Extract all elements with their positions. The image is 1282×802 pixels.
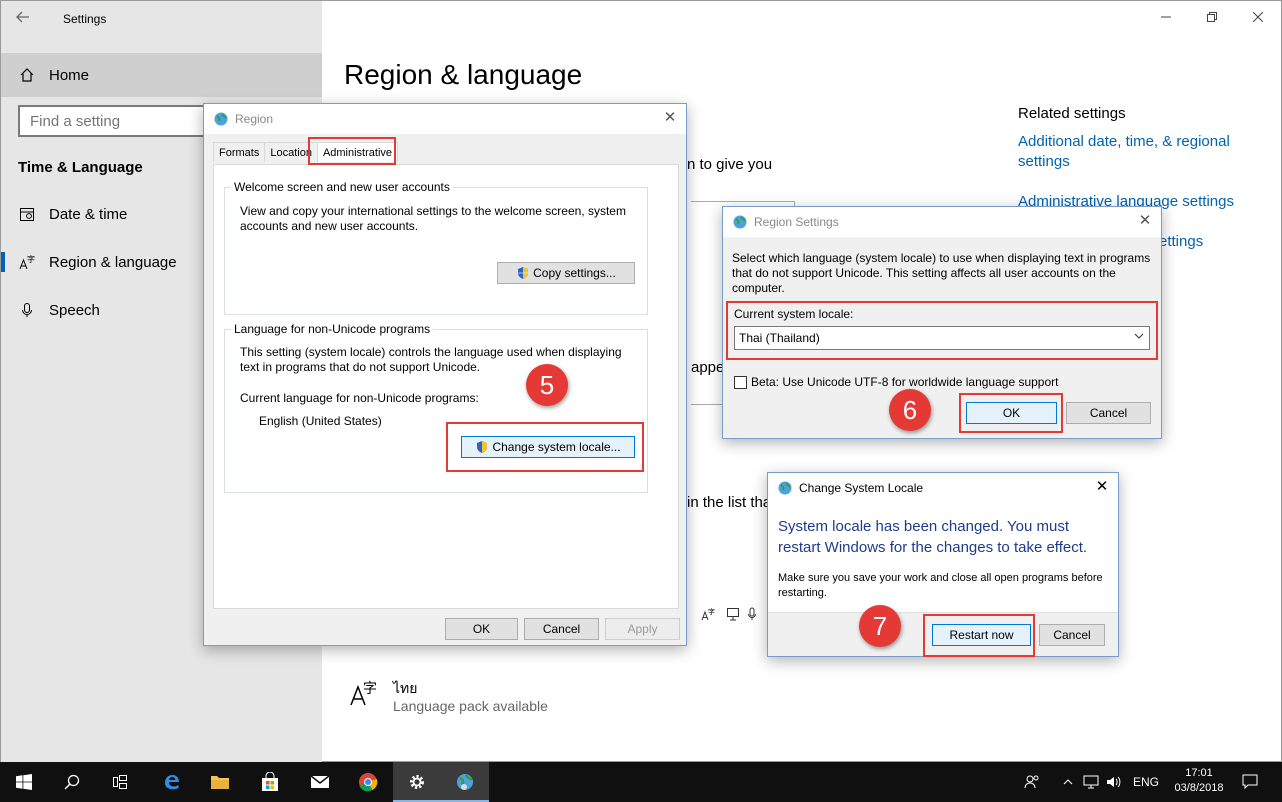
nav-date-time-label: Date & time	[49, 205, 128, 223]
clock[interactable]: 17:01 03/8/2018	[1168, 766, 1230, 796]
region-settings-titlebar: Region Settings ✕	[723, 207, 1161, 237]
close-icon[interactable]: ✕	[662, 110, 678, 126]
calendar-icon	[19, 205, 35, 223]
annotation-highlight-administrative-tab	[308, 137, 396, 165]
step-5-badge: 5	[526, 364, 568, 406]
region-dialog-titlebar: Region ✕	[204, 104, 686, 134]
nav-home[interactable]: Home	[1, 53, 322, 97]
windows-logo-icon	[16, 774, 32, 790]
store-icon[interactable]	[246, 762, 294, 802]
administrative-panel: Welcome screen and new user accounts Vie…	[213, 164, 679, 609]
utf8-beta-label: Beta: Use Unicode UTF-8 for worldwide la…	[751, 375, 1059, 389]
partial-text: n to give you	[687, 156, 773, 173]
input-language-indicator[interactable]: ENG	[1128, 762, 1164, 802]
microphone-icon	[19, 301, 35, 319]
current-language-value: English (United States)	[259, 414, 382, 428]
globe-icon	[778, 481, 792, 495]
speech-feature-icon	[747, 607, 757, 624]
start-button[interactable]	[0, 762, 48, 802]
partial-text: in the list tha	[687, 494, 772, 511]
taskbar: ENG 17:01 03/8/2018	[0, 762, 1282, 802]
step-6-badge: 6	[889, 389, 931, 431]
related-settings-heading: Related settings	[1018, 105, 1126, 122]
copy-settings-button[interactable]: Copy settings...	[497, 262, 635, 284]
welcome-screen-desc: View and copy your international setting…	[240, 204, 626, 233]
close-button[interactable]	[1235, 1, 1281, 33]
settings-gear-icon[interactable]	[393, 762, 441, 802]
language-icon: 字	[19, 253, 35, 271]
home-icon	[19, 67, 35, 83]
region-dialog: Region ✕ Formats Location Administrative…	[203, 103, 687, 646]
display-feature-icon	[726, 607, 740, 624]
minimize-button[interactable]	[1143, 1, 1189, 33]
close-icon[interactable]: ✕	[1094, 479, 1110, 495]
clock-time: 17:01	[1185, 767, 1213, 779]
non-unicode-desc: This setting (system locale) controls th…	[240, 345, 622, 374]
region-control-panel-icon[interactable]	[441, 762, 489, 802]
app-title: Settings	[63, 12, 107, 26]
region-dialog-title: Region	[235, 112, 274, 126]
globe-icon	[214, 112, 228, 126]
chrome-icon[interactable]	[344, 762, 392, 802]
section-heading: Time & Language	[18, 159, 143, 176]
show-hidden-icons-chevron-icon[interactable]	[1058, 762, 1078, 802]
region-cancel-button[interactable]: Cancel	[524, 618, 599, 640]
step-7-badge: 7	[859, 605, 901, 647]
region-settings-desc: Select which language (system locale) to…	[732, 251, 1151, 295]
language-name[interactable]: ไทย	[393, 678, 417, 700]
clock-date: 03/8/2018	[1174, 782, 1224, 794]
volume-icon[interactable]	[1103, 762, 1125, 802]
action-center-icon[interactable]	[1236, 762, 1264, 802]
thai-language-icon: 字	[349, 679, 379, 713]
language-status: Language pack available	[393, 698, 548, 714]
svg-text:字: 字	[363, 681, 377, 697]
annotation-highlight-change-locale	[446, 422, 644, 472]
change-locale-titlebar: Change System Locale ✕	[768, 473, 1118, 503]
nav-home-label: Home	[49, 66, 90, 84]
change-locale-main-message: System locale has been changed. You must…	[778, 518, 1088, 556]
utf8-beta-checkbox[interactable]	[734, 376, 747, 389]
nav-speech-label: Speech	[49, 301, 100, 319]
region-settings-cancel-button[interactable]: Cancel	[1066, 402, 1151, 424]
file-explorer-icon[interactable]	[196, 762, 244, 802]
task-view-icon[interactable]	[96, 762, 144, 802]
svg-text:字: 字	[708, 607, 715, 616]
welcome-screen-group-label: Welcome screen and new user accounts	[231, 180, 453, 194]
current-language-label: Current language for non-Unicode program…	[240, 391, 479, 405]
svg-text:字: 字	[27, 254, 35, 264]
change-locale-cancel-button[interactable]: Cancel	[1039, 624, 1105, 646]
tab-formats[interactable]: Formats	[213, 142, 266, 162]
edge-browser-icon[interactable]	[148, 762, 196, 802]
partial-text: appe	[691, 359, 725, 376]
search-icon[interactable]	[48, 762, 96, 802]
change-locale-title: Change System Locale	[799, 481, 924, 495]
copy-settings-label: Copy settings...	[533, 266, 616, 280]
mail-icon[interactable]	[296, 762, 344, 802]
uac-shield-icon	[518, 267, 529, 279]
window-controls	[1143, 1, 1281, 33]
region-ok-button[interactable]: OK	[445, 618, 518, 640]
back-arrow-icon[interactable]	[15, 9, 35, 29]
region-settings-title: Region Settings	[754, 215, 839, 229]
people-icon[interactable]	[1018, 762, 1046, 802]
page-title: Region & language	[344, 59, 583, 90]
region-apply-button[interactable]: Apply	[605, 618, 680, 640]
language-feature-icon: 字	[701, 607, 715, 624]
annotation-highlight-restart	[923, 614, 1035, 657]
link-partial[interactable]: ettings	[1159, 232, 1203, 252]
restore-button[interactable]	[1189, 1, 1235, 33]
network-icon[interactable]	[1080, 762, 1102, 802]
close-icon[interactable]: ✕	[1137, 213, 1153, 229]
nav-region-language-label: Region & language	[49, 253, 177, 271]
annotation-highlight-ok	[959, 393, 1063, 433]
annotation-highlight-locale-select	[726, 301, 1158, 360]
change-locale-sub-message: Make sure you save your work and close a…	[778, 572, 1103, 599]
globe-icon	[733, 215, 747, 229]
non-unicode-group-label: Language for non-Unicode programs	[231, 322, 434, 336]
link-additional-date-time[interactable]: Additional date, time, & regional settin…	[1018, 132, 1258, 172]
